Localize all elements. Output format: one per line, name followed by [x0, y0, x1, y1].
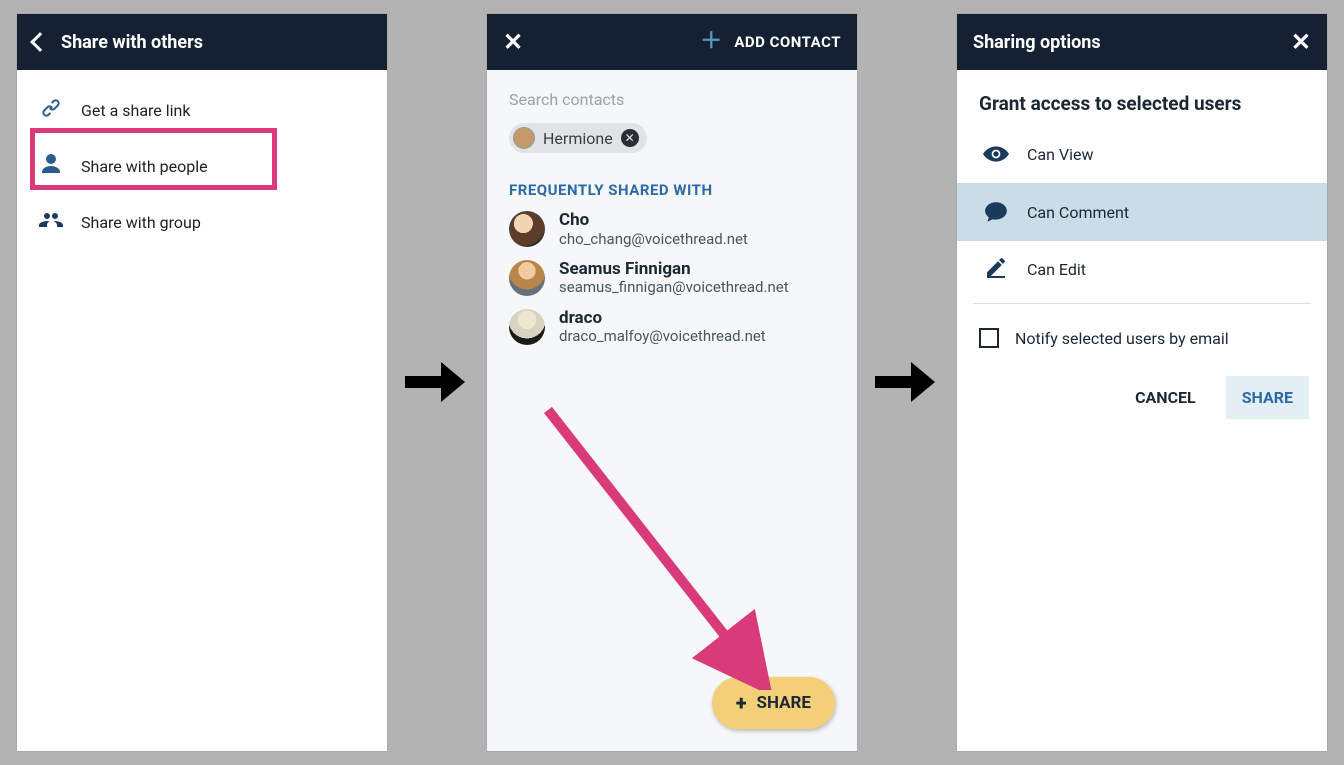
notify-checkbox[interactable] — [979, 328, 999, 348]
list-item-label: Share with group — [81, 213, 201, 232]
share-with-others-panel: Share with others Get a share link Share… — [17, 14, 387, 751]
contact-name: draco — [559, 309, 766, 329]
group-icon — [37, 208, 65, 236]
get-share-link-item[interactable]: Get a share link — [17, 82, 387, 138]
list-item-label: Get a share link — [81, 101, 190, 120]
option-label: Can View — [1027, 145, 1094, 164]
avatar — [509, 309, 545, 345]
back-button[interactable] — [33, 35, 47, 49]
avatar — [513, 127, 535, 149]
chip-label: Hermione — [543, 129, 613, 148]
eye-icon — [983, 141, 1009, 167]
close-button[interactable]: ✕ — [503, 30, 523, 54]
search-area: Search contacts Hermione ✕ — [487, 70, 857, 163]
share-with-people-item[interactable]: Share with people — [17, 138, 387, 194]
comment-icon — [983, 199, 1009, 225]
permission-can-view[interactable]: Can View — [957, 125, 1327, 183]
section-header: FREQUENTLY SHARED WITH — [487, 163, 857, 205]
notify-row: Notify selected users by email — [957, 310, 1327, 366]
panel-header: ✕ ＋ ADD CONTACT — [487, 14, 857, 70]
chevron-left-icon — [30, 32, 50, 52]
remove-chip-button[interactable]: ✕ — [621, 129, 639, 147]
contact-email: cho_chang@voicethread.net — [559, 231, 748, 248]
permission-can-edit[interactable]: Can Edit — [957, 241, 1327, 297]
permission-can-comment[interactable]: Can Comment — [957, 183, 1327, 241]
share-button[interactable]: + SHARE — [712, 677, 835, 729]
contact-email: draco_malfoy@voicethread.net — [559, 328, 766, 345]
option-label: Can Comment — [1027, 203, 1129, 222]
close-button[interactable]: ✕ — [1291, 30, 1311, 54]
option-label: Can Edit — [1027, 260, 1086, 279]
divider — [973, 303, 1311, 304]
share-confirm-button[interactable]: SHARE — [1226, 376, 1309, 419]
contact-email: seamus_finnigan@voicethread.net — [559, 279, 789, 296]
panel-title: Share with others — [61, 32, 371, 53]
selected-contact-chip[interactable]: Hermione ✕ — [509, 123, 647, 153]
panel-header: Sharing options ✕ — [957, 14, 1327, 70]
sharing-options-panel: Sharing options ✕ Grant access to select… — [957, 14, 1327, 751]
cancel-button[interactable]: CANCEL — [1119, 376, 1212, 419]
plus-icon: + — [736, 691, 747, 715]
avatar — [509, 260, 545, 296]
contact-row[interactable]: Cho cho_chang@voicethread.net — [487, 205, 857, 254]
contact-row[interactable]: Seamus Finnigan seamus_finnigan@voicethr… — [487, 254, 857, 303]
notify-label: Notify selected users by email — [1015, 329, 1229, 348]
panel-title: Sharing options — [973, 32, 1277, 53]
contact-name: Cho — [559, 211, 748, 231]
list-item-label: Share with people — [81, 157, 208, 176]
contact-name: Seamus Finnigan — [559, 260, 789, 280]
close-icon: ✕ — [1291, 30, 1311, 54]
share-with-group-item[interactable]: Share with group — [17, 194, 387, 250]
search-input[interactable]: Search contacts — [509, 90, 835, 109]
share-button-label: SHARE — [757, 693, 812, 713]
panel-header: Share with others — [17, 14, 387, 70]
avatar — [509, 211, 545, 247]
section-heading: Grant access to selected users — [957, 70, 1327, 125]
search-contacts-panel: ✕ ＋ ADD CONTACT Search contacts Hermione… — [487, 14, 857, 751]
edit-icon — [983, 257, 1009, 281]
dialog-actions: CANCEL SHARE — [957, 366, 1327, 429]
add-contact-button[interactable]: ADD CONTACT — [734, 33, 841, 51]
flow-arrow-icon — [405, 362, 465, 402]
flow-arrow-icon — [875, 362, 935, 402]
contact-row[interactable]: draco draco_malfoy@voicethread.net — [487, 303, 857, 352]
person-icon — [37, 152, 65, 180]
panel-body: Get a share link Share with people Share… — [17, 70, 387, 262]
plus-icon: ＋ — [700, 31, 722, 53]
link-icon — [37, 96, 65, 124]
close-icon: ✕ — [503, 30, 523, 54]
